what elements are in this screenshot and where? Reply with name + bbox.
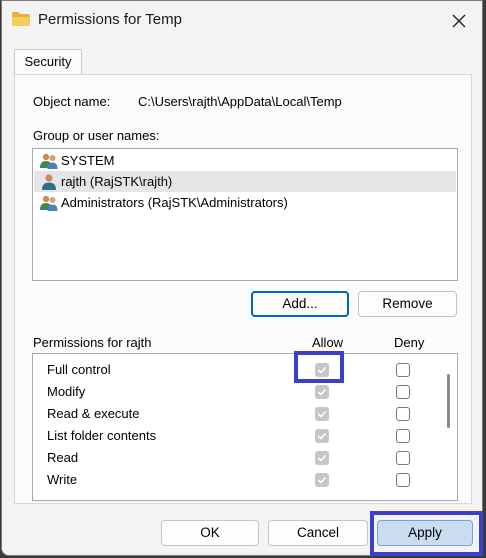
permission-row-write: Write	[33, 469, 433, 491]
tab-security[interactable]: Security	[14, 49, 82, 75]
permission-row-list-folder-contents: List folder contents	[33, 425, 433, 447]
check-icon	[317, 388, 327, 396]
list-item-administrators[interactable]: Administrators (RajSTK\Administrators)	[34, 192, 456, 213]
apply-button[interactable]: Apply	[377, 520, 473, 546]
deny-column-header: Deny	[394, 335, 425, 350]
allow-checkbox-read[interactable]	[315, 451, 329, 465]
permission-name: Full control	[47, 362, 111, 377]
permissions-dialog: Permissions for Temp Security Object nam…	[1, 0, 483, 556]
permission-row-read-execute: Read & execute	[33, 403, 433, 425]
deny-checkbox-modify[interactable]	[396, 385, 410, 399]
object-name-value: C:\Users\rajth\AppData\Local\Temp	[138, 94, 342, 109]
user-name: rajth (RajSTK\rajth)	[61, 174, 173, 189]
permission-name: Write	[47, 472, 78, 487]
check-icon	[317, 366, 327, 374]
allow-checkbox-full-control[interactable]	[315, 363, 329, 377]
security-panel: Object name: C:\Users\rajth\AppData\Loca…	[14, 74, 472, 504]
ok-button[interactable]: OK	[161, 520, 259, 546]
deny-checkbox-list-folder-contents[interactable]	[396, 429, 410, 443]
cancel-button[interactable]: Cancel	[268, 520, 368, 546]
user-name: SYSTEM	[61, 153, 115, 168]
allow-checkbox-read-execute[interactable]	[315, 407, 329, 421]
window-title: Permissions for Temp	[38, 11, 182, 28]
scrollbar-thumb[interactable]	[447, 374, 450, 428]
close-icon	[452, 14, 466, 28]
permission-row-modify: Modify	[33, 381, 433, 403]
remove-button[interactable]: Remove	[358, 291, 457, 317]
object-name-label: Object name:	[33, 94, 111, 109]
add-button[interactable]: Add...	[251, 291, 349, 317]
users-group-icon	[40, 195, 58, 211]
permission-name: Read	[47, 450, 79, 465]
permission-row-full-control: Full control	[33, 359, 433, 381]
list-item-rajth[interactable]: rajth (RajSTK\rajth)	[34, 171, 456, 192]
user-name: Administrators (RajSTK\Administrators)	[61, 195, 288, 210]
check-icon	[317, 476, 327, 484]
check-icon	[317, 432, 327, 440]
check-icon	[317, 454, 327, 462]
allow-checkbox-write[interactable]	[315, 473, 329, 487]
folder-icon	[12, 12, 30, 26]
allow-checkbox-modify[interactable]	[315, 385, 329, 399]
allow-checkbox-list-folder-contents[interactable]	[315, 429, 329, 443]
tab-strip: Security	[14, 47, 472, 75]
check-icon	[317, 410, 327, 418]
permissions-label: Permissions for rajth	[33, 335, 152, 350]
user-icon	[42, 173, 56, 190]
allow-column-header: Allow	[312, 335, 344, 350]
deny-checkbox-read-execute[interactable]	[396, 407, 410, 421]
group-names-label: Group or user names:	[33, 128, 160, 143]
permission-name: Read & execute	[47, 406, 140, 421]
title-bar[interactable]: Permissions for Temp	[2, 1, 482, 41]
deny-checkbox-read[interactable]	[396, 451, 410, 465]
list-item-system[interactable]: SYSTEM	[34, 150, 456, 171]
close-button[interactable]	[444, 7, 474, 35]
dialog-footer: OK Cancel Apply	[2, 506, 482, 555]
deny-checkbox-full-control[interactable]	[396, 363, 410, 377]
permission-name: Modify	[47, 384, 86, 399]
deny-checkbox-write[interactable]	[396, 473, 410, 487]
users-group-icon	[40, 153, 58, 169]
permission-name: List folder contents	[47, 428, 157, 443]
permission-row-read: Read	[33, 447, 433, 469]
user-list[interactable]: SYSTEM rajth (RajSTK\rajth) Administrato…	[32, 148, 458, 281]
permissions-list[interactable]: Full control Modify Read & execute List …	[32, 353, 458, 501]
